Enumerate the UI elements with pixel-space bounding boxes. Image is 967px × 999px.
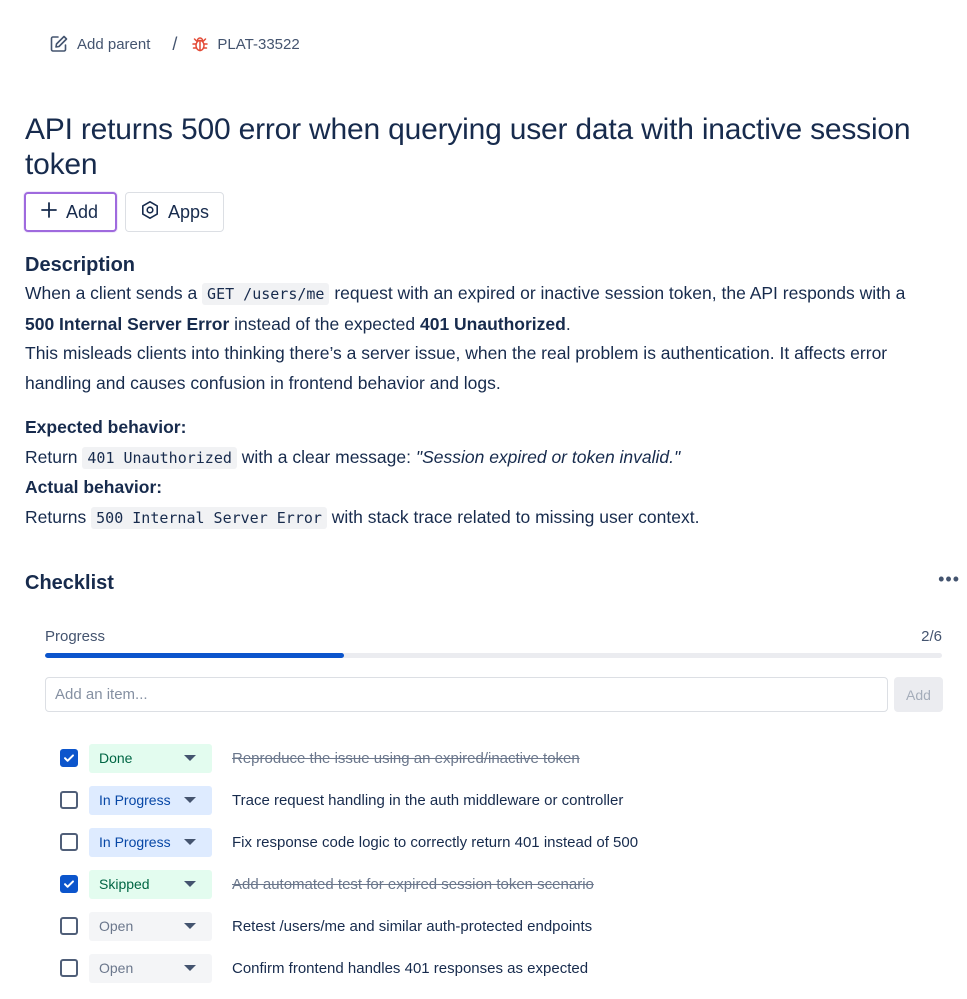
add-item-button[interactable]: Add — [894, 677, 943, 712]
plus-icon — [40, 201, 58, 224]
progress-row: Progress 2/6 — [45, 628, 942, 645]
add-parent-label: Add parent — [77, 35, 151, 53]
description-paragraph-1: When a client sends a GET /users/me requ… — [25, 279, 935, 339]
checklist-item[interactable]: In Progress Trace request handling in the… — [60, 779, 940, 821]
checkbox-unchecked[interactable] — [60, 959, 78, 977]
checklist-items: Done Reproduce the issue using an expired… — [60, 737, 940, 989]
checkbox-unchecked[interactable] — [60, 917, 78, 935]
inline-code: 500 Internal Server Error — [91, 506, 327, 529]
checkmark-icon — [64, 880, 74, 888]
apps-button-label: Apps — [168, 201, 210, 222]
breadcrumb-separator: / — [172, 33, 178, 54]
checkbox-checked[interactable] — [60, 875, 78, 893]
issue-key-link[interactable]: PLAT-33522 — [191, 35, 300, 53]
status-dropdown[interactable]: Open — [89, 911, 212, 941]
caret-down-icon — [184, 881, 196, 887]
expected-heading-text: Expected behavior: — [25, 417, 187, 437]
apps-hexagon-icon — [140, 200, 160, 225]
checklist-item[interactable]: Skipped Add automated test for expired se… — [60, 863, 940, 905]
checklist-item[interactable]: Done Reproduce the issue using an expired… — [60, 737, 940, 779]
status-label: Done — [99, 750, 133, 766]
apps-button[interactable]: Apps — [125, 192, 224, 232]
checklist-item[interactable]: Open Confirm frontend handles 401 respons… — [60, 947, 940, 989]
caret-down-icon — [184, 797, 196, 803]
status-dropdown[interactable]: Skipped — [89, 869, 212, 899]
checklist-item-text[interactable]: Trace request handling in the auth middl… — [232, 792, 623, 809]
actual-text: Returns 500 Internal Server Error with s… — [25, 503, 935, 534]
status-dropdown[interactable]: In Progress — [89, 785, 212, 815]
status-dropdown[interactable]: In Progress — [89, 827, 212, 857]
bold-text: 401 Unauthorized — [419, 313, 566, 334]
add-item-input[interactable] — [45, 677, 888, 712]
issue-actions: Add Apps — [24, 192, 224, 232]
progress-label: Progress — [45, 628, 106, 645]
desc-text: When a client sends a — [25, 283, 203, 303]
add-button[interactable]: Add — [24, 192, 117, 232]
checklist-item-text[interactable]: Reproduce the issue using an expired/ina… — [232, 750, 580, 767]
caret-down-icon — [184, 755, 196, 761]
more-options-icon[interactable]: ••• — [938, 570, 960, 596]
issue-key: PLAT-33522 — [217, 35, 300, 53]
desc-text: . — [565, 313, 571, 334]
actual-heading-text: Actual behavior: — [25, 477, 163, 497]
progress-count: 2/6 — [921, 628, 942, 645]
status-dropdown[interactable]: Open — [89, 953, 212, 983]
issue-title[interactable]: API returns 500 error when querying user… — [25, 112, 930, 182]
actual-heading: Actual behavior: — [25, 473, 935, 503]
checklist-item-text[interactable]: Confirm frontend handles 401 responses a… — [232, 960, 588, 977]
description-heading: Description — [25, 254, 136, 276]
caret-down-icon — [184, 965, 196, 971]
desc-text: instead of the expected — [229, 313, 420, 334]
italic-quote: "Session expired or token invalid." — [415, 446, 681, 467]
description-section[interactable]: Description When a client sends a GET /u… — [25, 252, 935, 533]
checklist-item-text[interactable]: Fix response code logic to correctly ret… — [232, 834, 638, 851]
status-label: Open — [99, 918, 134, 934]
checklist-title: Checklist — [25, 571, 114, 594]
status-label: Skipped — [99, 876, 150, 892]
desc-text: with a clear message: — [236, 446, 416, 467]
desc-text: with stack trace related to missing user… — [326, 506, 700, 527]
add-parent-link[interactable]: Add parent — [49, 34, 150, 54]
checklist-item-text[interactable]: Retest /users/me and similar auth-protec… — [232, 918, 592, 935]
add-button-label: Add — [66, 201, 99, 222]
expected-text: Return 401 Unauthorized with a clear mes… — [25, 443, 935, 474]
bug-icon — [191, 35, 209, 53]
status-label: Open — [99, 960, 134, 976]
status-label: In Progress — [99, 834, 171, 850]
bold-text: 500 Internal Server Error — [25, 313, 230, 334]
checklist-item[interactable]: Open Retest /users/me and similar auth-pr… — [60, 905, 940, 947]
inline-code: GET /users/me — [202, 283, 330, 305]
checklist-item[interactable]: In Progress Fix response code logic to co… — [60, 821, 940, 863]
progress-bar — [45, 653, 942, 658]
caret-down-icon — [184, 839, 196, 845]
progress-bar-fill — [45, 653, 344, 658]
inline-code: 401 Unauthorized — [82, 446, 237, 469]
checklist-item-text[interactable]: Add automated test for expired session t… — [232, 876, 594, 893]
checkmark-icon — [64, 754, 74, 762]
add-item-row: Add — [45, 677, 943, 712]
expected-heading: Expected behavior: — [25, 413, 935, 443]
desc-text: Returns — [25, 506, 92, 527]
checkbox-unchecked[interactable] — [60, 833, 78, 851]
status-dropdown[interactable]: Done — [89, 743, 212, 773]
desc-text: Return — [25, 446, 83, 467]
checkbox-unchecked[interactable] — [60, 791, 78, 809]
breadcrumb: Add parent / PLAT-33522 — [49, 30, 300, 58]
description-paragraph-2: This misleads clients into thinking ther… — [25, 343, 888, 393]
edit-icon — [49, 34, 69, 54]
checkbox-checked[interactable] — [60, 749, 78, 767]
desc-text: request with an expired or inactive sess… — [329, 283, 906, 303]
status-label: In Progress — [99, 792, 171, 808]
checklist-header: Checklist ••• — [25, 570, 960, 596]
caret-down-icon — [184, 923, 196, 929]
